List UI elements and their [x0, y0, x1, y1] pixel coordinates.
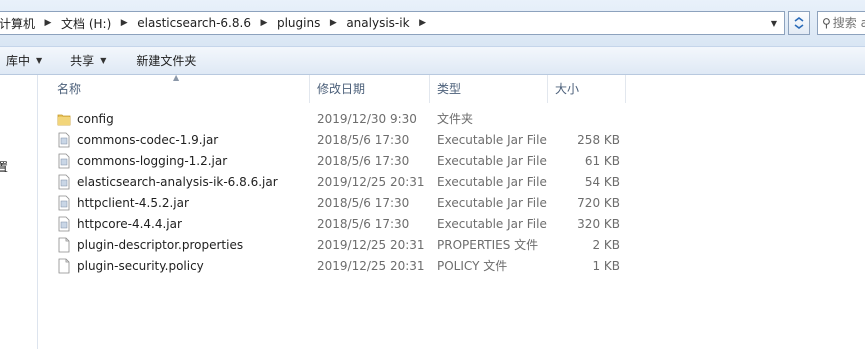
breadcrumb-computer[interactable]: 计算机 ▶ — [0, 12, 55, 34]
file-row[interactable]: commons-logging-1.2.jar 2018/5/6 17:30 E… — [50, 150, 620, 171]
file-type: Executable Jar File — [437, 216, 547, 231]
navigation-pane[interactable]: 置 — [0, 75, 38, 349]
file-size: 2 KB — [592, 237, 620, 252]
breadcrumb-elasticsearch[interactable]: elasticsearch-6.8.6 ▶ — [131, 12, 271, 34]
file-date: 2018/5/6 17:30 — [317, 216, 410, 231]
folder-icon — [57, 114, 71, 125]
column-header-size[interactable]: 大小 — [548, 75, 626, 103]
file-date: 2019/12/25 20:31 — [317, 258, 425, 273]
file-type: Executable Jar File — [437, 153, 547, 168]
file-size: 720 KB — [577, 195, 620, 210]
breadcrumb-drive[interactable]: 文档 (H:) ▶ — [55, 12, 131, 34]
file-name: config — [77, 111, 114, 126]
column-header-type[interactable]: 类型 — [430, 75, 548, 103]
file-name: httpclient-4.5.2.jar — [77, 195, 189, 210]
jar-file-icon — [58, 216, 70, 231]
blank-file-icon — [58, 258, 70, 273]
address-bar-row: 计算机 ▶ 文档 (H:) ▶ elasticsearch-6.8.6 ▶ pl… — [0, 0, 865, 46]
blank-file-icon — [58, 237, 70, 252]
search-icon: ⚲ — [822, 16, 831, 30]
file-row[interactable]: plugin-security.policy 2019/12/25 20:31 … — [50, 255, 620, 276]
file-name: plugin-security.policy — [77, 258, 204, 273]
column-header-name[interactable]: ▲ 名称 — [50, 73, 310, 103]
file-name: commons-logging-1.2.jar — [77, 153, 228, 168]
file-size: 1 KB — [592, 258, 620, 273]
file-date: 2019/12/30 9:30 — [317, 111, 417, 126]
jar-file-icon — [58, 132, 70, 147]
chevron-right-icon[interactable]: ▶ — [41, 18, 55, 28]
file-row-config[interactable]: config 2019/12/30 9:30 文件夹 — [50, 108, 620, 129]
file-date: 2019/12/25 20:31 — [317, 237, 425, 252]
file-row[interactable]: httpclient-4.5.2.jar 2018/5/6 17:30 Exec… — [50, 192, 620, 213]
file-row[interactable]: plugin-descriptor.properties 2019/12/25 … — [50, 234, 620, 255]
file-type: 文件夹 — [437, 112, 474, 126]
file-size: 320 KB — [577, 216, 620, 231]
search-box[interactable]: ⚲ — [817, 11, 865, 35]
file-date: 2018/5/6 17:30 — [317, 195, 410, 210]
file-type: Executable Jar File — [437, 174, 547, 189]
share-button[interactable]: 共享 ▼ — [61, 47, 115, 74]
search-input[interactable] — [832, 16, 865, 30]
file-size: 258 KB — [577, 132, 620, 147]
include-in-library-button[interactable]: 库中 ▼ — [0, 47, 51, 74]
chevron-right-icon[interactable]: ▶ — [416, 18, 430, 28]
refresh-button[interactable] — [788, 11, 810, 35]
chevron-right-icon[interactable]: ▶ — [326, 18, 340, 28]
file-name: elasticsearch-analysis-ik-6.8.6.jar — [77, 174, 278, 189]
column-header-date[interactable]: 修改日期 — [310, 75, 430, 103]
file-name: plugin-descriptor.properties — [77, 237, 244, 252]
file-row[interactable]: elasticsearch-analysis-ik-6.8.6.jar 2019… — [50, 171, 620, 192]
refresh-icon — [794, 17, 804, 29]
chevron-down-icon: ▼ — [100, 56, 107, 65]
file-date: 2019/12/25 20:31 — [317, 174, 425, 189]
file-list: config 2019/12/30 9:30 文件夹 commons-codec… — [50, 108, 620, 276]
file-date: 2018/5/6 17:30 — [317, 153, 410, 168]
sort-ascending-icon: ▲ — [173, 73, 180, 82]
nav-item-label[interactable]: 置 — [0, 158, 8, 175]
address-bar[interactable]: 计算机 ▶ 文档 (H:) ▶ elasticsearch-6.8.6 ▶ pl… — [0, 11, 785, 35]
file-row[interactable]: httpcore-4.4.4.jar 2018/5/6 17:30 Execut… — [50, 213, 620, 234]
breadcrumb-analysis-ik[interactable]: analysis-ik ▶ — [340, 12, 429, 34]
file-name: commons-codec-1.9.jar — [77, 132, 219, 147]
jar-file-icon — [58, 195, 70, 210]
file-name: httpcore-4.4.4.jar — [77, 216, 182, 231]
chevron-down-icon: ▼ — [36, 56, 43, 65]
file-type: Executable Jar File — [437, 195, 547, 210]
file-date: 2018/5/6 17:30 — [317, 132, 410, 147]
chevron-right-icon[interactable]: ▶ — [117, 18, 131, 28]
file-type: POLICY 文件 — [437, 259, 508, 273]
file-size: 54 KB — [584, 174, 620, 189]
file-type: Executable Jar File — [437, 132, 547, 147]
new-folder-button[interactable]: 新建文件夹 — [127, 47, 205, 74]
chevron-right-icon[interactable]: ▶ — [257, 18, 271, 28]
breadcrumb-plugins[interactable]: plugins ▶ — [271, 12, 340, 34]
chevron-down-icon[interactable]: ▼ — [766, 12, 782, 34]
command-toolbar: 库中 ▼ 共享 ▼ 新建文件夹 — [0, 46, 865, 75]
file-type: PROPERTIES 文件 — [437, 238, 539, 252]
jar-file-icon — [58, 174, 70, 189]
jar-file-icon — [58, 153, 70, 168]
file-row[interactable]: commons-codec-1.9.jar 2018/5/6 17:30 Exe… — [50, 129, 620, 150]
column-headers: ▲ 名称 修改日期 类型 大小 — [50, 73, 626, 103]
file-size: 61 KB — [584, 153, 620, 168]
